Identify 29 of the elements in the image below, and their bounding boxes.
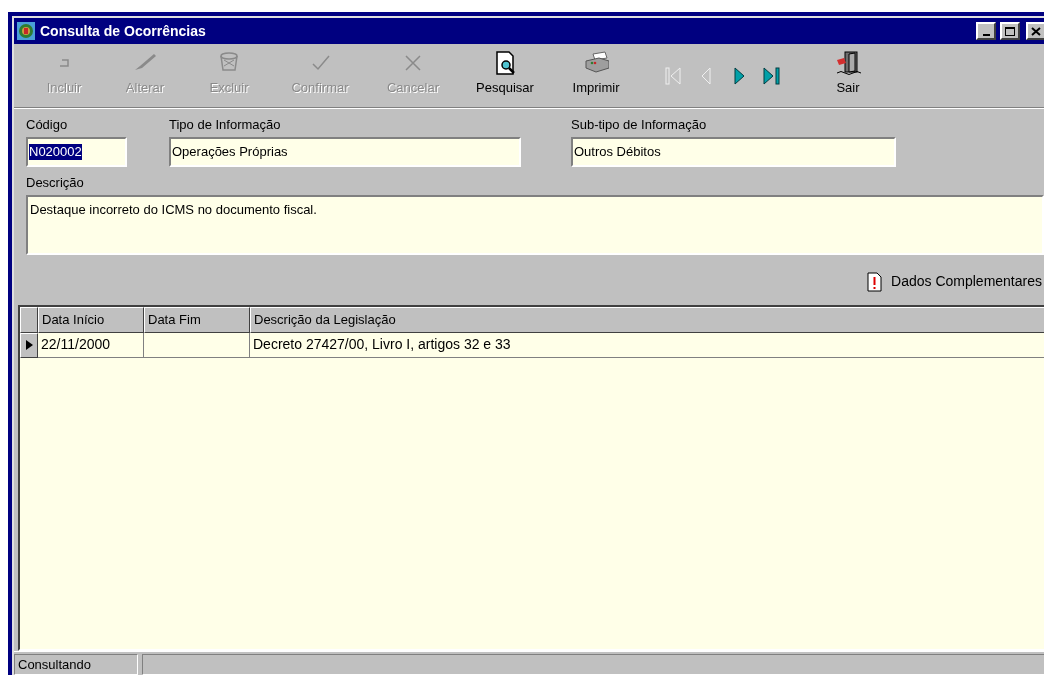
maximize-button[interactable] (1000, 22, 1020, 40)
column-header[interactable]: Descrição da Legislação (250, 306, 1044, 333)
table-cell-text: 22/11/2000 (41, 335, 111, 354)
maximize-icon (1005, 26, 1015, 36)
column-header[interactable]: Data Fim (144, 306, 250, 333)
description-field[interactable]: Destaque incorreto do ICMS no documento fiscal. (26, 194, 1044, 255)
app-icon (16, 21, 36, 41)
field-label: Tipo de Informação (169, 117, 281, 133)
toolbar-button[interactable]: Sair (824, 44, 872, 107)
toolbar-button[interactable]: Imprimir (552, 44, 640, 107)
close-icon (1031, 26, 1041, 36)
document-alert-icon (866, 271, 884, 292)
printer-icon (583, 50, 609, 76)
text-field[interactable]: N020002 (26, 137, 127, 167)
complement-data-link[interactable]: Dados Complementares (866, 272, 1042, 291)
column-header[interactable]: Data Início (38, 306, 144, 333)
toolbar-button[interactable]: Pesquisar (458, 44, 552, 107)
text-field[interactable]: Operações Próprias (169, 137, 521, 167)
field-label: Descrição (26, 174, 84, 192)
field-label: Código (26, 117, 68, 133)
window-title: Consulta de Ocorrências (40, 21, 207, 41)
text-field[interactable]: Outros Débitos (571, 137, 896, 167)
field-label: Sub-tipo de Informação (571, 117, 707, 133)
minimize-button[interactable] (976, 22, 996, 40)
status-panel: Consultando (14, 654, 138, 675)
close-button[interactable] (1026, 22, 1044, 40)
exit-door-icon (835, 50, 861, 76)
table-cell-text: Decreto 27427/00, Livro I, artigos 32 e 33 (253, 335, 511, 354)
minimize-icon (982, 34, 990, 36)
